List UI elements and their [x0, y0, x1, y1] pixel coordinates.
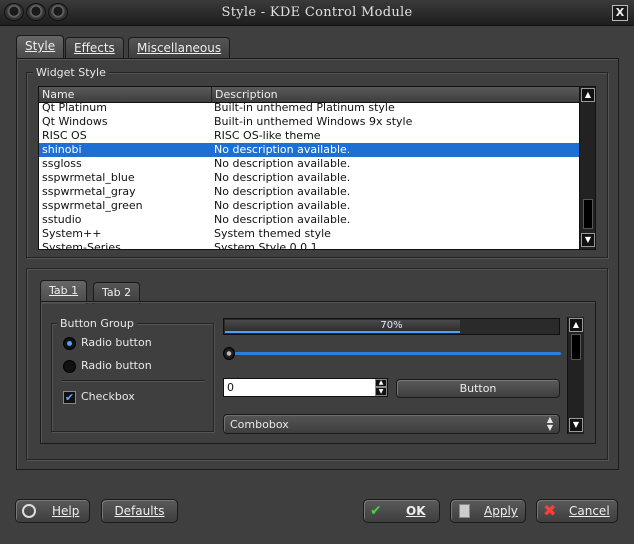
cancel-button[interactable]: ✖ Cancel — [536, 499, 618, 523]
close-button[interactable]: X — [612, 5, 628, 21]
help-icon — [22, 504, 36, 518]
help-button[interactable]: Help — [15, 499, 90, 523]
preview-button[interactable]: Button — [396, 379, 560, 398]
list-item[interactable]: sspwrmetal_green No description available… — [39, 199, 579, 213]
list-item[interactable]: ssgloss No description available. — [39, 157, 579, 171]
spin-down-icon[interactable]: ▼ — [375, 387, 387, 396]
radio-button-2[interactable] — [63, 360, 76, 373]
scroll-thumb[interactable] — [583, 199, 593, 229]
slider-handle[interactable] — [223, 347, 235, 360]
scroll-thumb[interactable] — [571, 334, 581, 360]
preview-scrollbar[interactable]: ▲ ▼ — [567, 317, 584, 434]
tab-effects[interactable]: Effects — [65, 37, 124, 59]
checkbox-label: Checkbox — [81, 390, 135, 403]
list-item[interactable]: sspwrmetal_gray No description available. — [39, 185, 579, 199]
combobox[interactable]: Combobox ▲ ▼ — [223, 414, 560, 434]
column-header-description[interactable]: Description — [215, 88, 278, 101]
apply-button[interactable]: Apply — [450, 499, 526, 523]
divider — [62, 380, 205, 381]
title-bar[interactable]: Style - KDE Control Module X — [0, 0, 634, 26]
list-item[interactable]: System-Series System Style 0.0.1 — [39, 241, 579, 249]
progress-text: 70% — [380, 320, 403, 331]
list-item-selected[interactable]: shinobi No description available. — [39, 143, 579, 157]
window-title: Style - KDE Control Module — [221, 5, 413, 20]
widget-style-legend: Widget Style — [33, 66, 109, 79]
column-header-name[interactable]: Name — [42, 88, 74, 101]
spin-box[interactable]: 0 ▲ ▼ — [223, 378, 388, 397]
combobox-arrows-icon: ▲ ▼ — [546, 415, 553, 432]
scroll-up-icon[interactable]: ▲ — [569, 318, 583, 332]
list-item[interactable]: Qt Windows Built-in unthemed Windows 9x s… — [39, 115, 579, 129]
list-scrollbar[interactable]: ▲ ▼ — [579, 87, 595, 249]
slider-track[interactable] — [233, 352, 561, 355]
ok-button[interactable]: ✔ OK — [363, 499, 440, 523]
scroll-up-icon[interactable]: ▲ — [581, 88, 595, 102]
radio-button-2-label: Radio button — [81, 359, 152, 372]
document-icon — [459, 504, 470, 518]
radio-button-1-label: Radio button — [81, 336, 152, 349]
scroll-down-icon[interactable]: ▼ — [569, 418, 583, 432]
progress-bar: 70% — [223, 318, 560, 335]
list-item[interactable]: System++ System themed style — [39, 227, 579, 241]
list-item[interactable]: Qt Platinum Built-in unthemed Platinum st… — [39, 101, 579, 115]
radio-button-1[interactable] — [63, 337, 76, 350]
button-group-legend: Button Group — [57, 317, 137, 330]
cancel-icon: ✖ — [543, 501, 557, 520]
checkmark-icon: ✔ — [370, 503, 382, 519]
spin-value: 0 — [227, 381, 234, 394]
style-list[interactable]: Name Description Qt Platinum Built-in unt… — [38, 86, 596, 250]
list-item[interactable]: sspwrmetal_blue No description available. — [39, 171, 579, 185]
list-item[interactable]: sstudio No description available. — [39, 213, 579, 227]
defaults-button[interactable]: Defaults — [101, 499, 178, 523]
tab-miscellaneous[interactable]: Miscellaneous — [128, 37, 231, 59]
scroll-down-icon[interactable]: ▼ — [581, 233, 595, 247]
spin-up-icon[interactable]: ▲ — [375, 379, 387, 387]
checkbox[interactable]: ✔ — [63, 391, 76, 404]
tab-style[interactable]: Style — [16, 35, 65, 59]
combobox-value: Combobox — [230, 418, 289, 431]
list-item[interactable]: RISC OS RISC OS-like theme — [39, 129, 579, 143]
